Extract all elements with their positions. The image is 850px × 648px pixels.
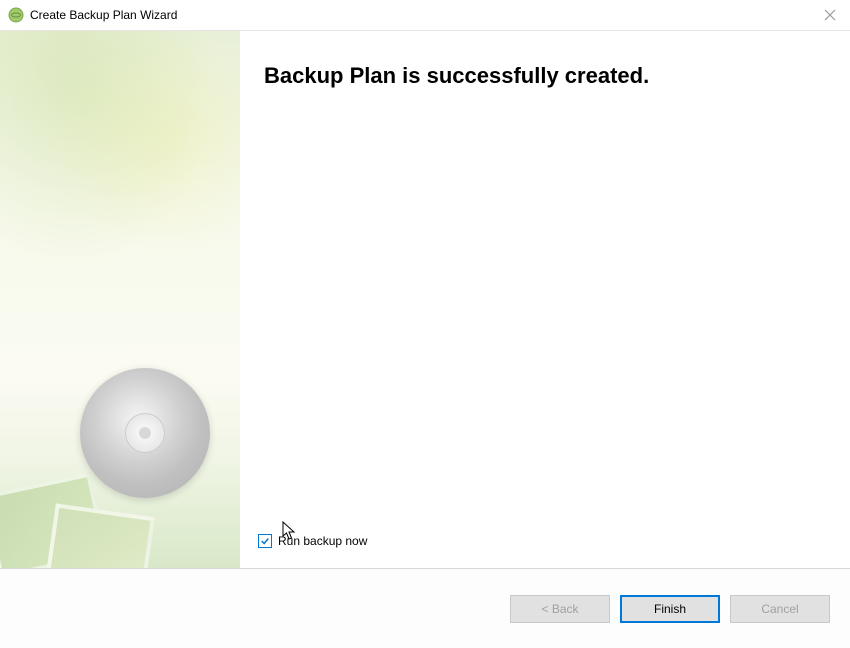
cancel-button: Cancel — [730, 595, 830, 623]
wizard-button-bar: < Back Finish Cancel — [0, 568, 850, 648]
close-button[interactable] — [820, 5, 840, 25]
wizard-content: Backup Plan is successfully created. Run… — [240, 31, 850, 568]
main-area: Backup Plan is successfully created. Run… — [0, 30, 850, 568]
disc-icon — [80, 368, 210, 498]
titlebar: Create Backup Plan Wizard — [0, 0, 850, 30]
run-backup-now-option[interactable]: Run backup now — [258, 534, 367, 548]
run-backup-label: Run backup now — [278, 534, 367, 548]
window-title: Create Backup Plan Wizard — [30, 8, 177, 22]
run-backup-checkbox[interactable] — [258, 534, 272, 548]
back-button: < Back — [510, 595, 610, 623]
page-heading: Backup Plan is successfully created. — [264, 63, 820, 89]
wizard-sidebar-graphic — [0, 31, 240, 568]
finish-button[interactable]: Finish — [620, 595, 720, 623]
app-icon — [8, 7, 24, 23]
